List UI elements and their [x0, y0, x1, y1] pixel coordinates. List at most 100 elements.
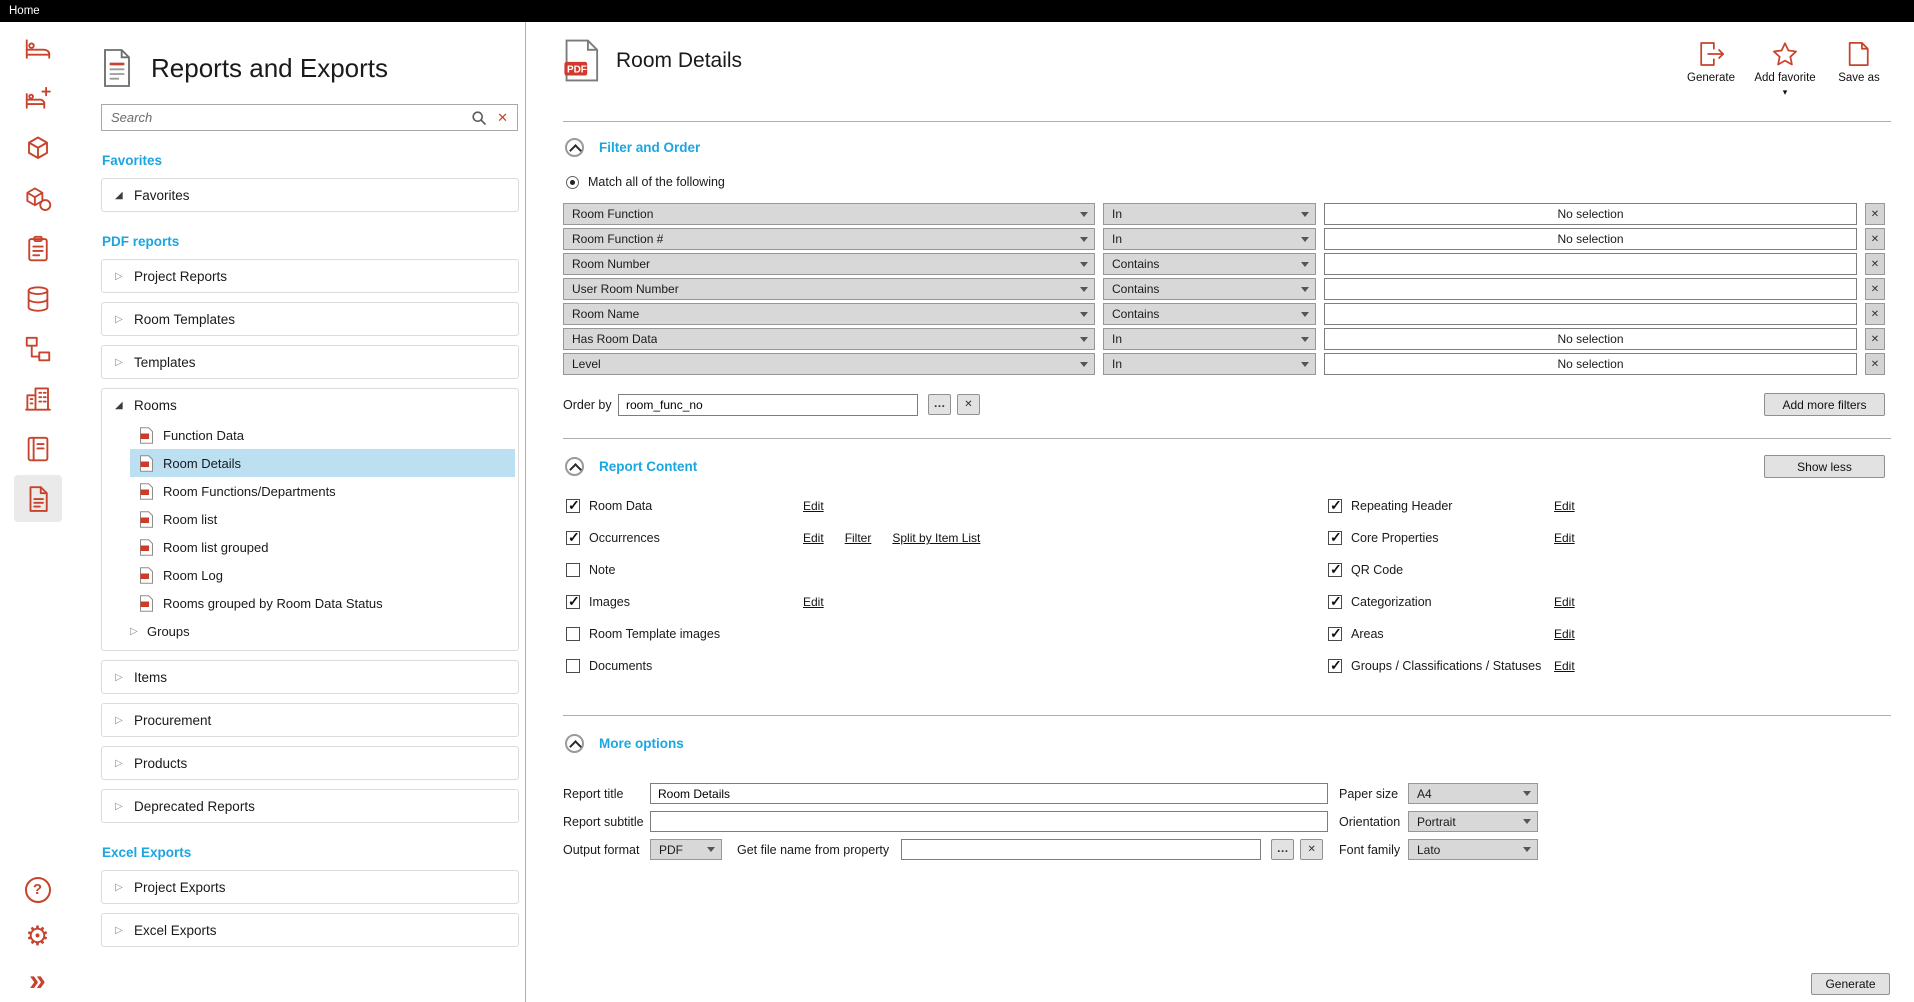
- filter-operator-select[interactable]: In: [1103, 228, 1316, 250]
- collapse-section-icon[interactable]: [565, 457, 584, 476]
- remove-filter-button[interactable]: [1865, 228, 1885, 250]
- edit-link[interactable]: Edit: [803, 595, 824, 609]
- home-tab[interactable]: Home: [9, 5, 40, 17]
- checkbox[interactable]: [566, 563, 580, 577]
- tree-item-groups[interactable]: Groups: [130, 617, 515, 645]
- checkbox[interactable]: [1328, 659, 1342, 673]
- show-less-button[interactable]: Show less: [1764, 455, 1885, 478]
- rail-reports-icon[interactable]: [14, 475, 62, 522]
- report-title-input[interactable]: [650, 783, 1328, 804]
- collapse-icon[interactable]: [115, 190, 126, 201]
- order-by-clear-button[interactable]: [957, 394, 980, 415]
- order-by-input[interactable]: [618, 394, 918, 416]
- tree-item-room-details[interactable]: Room Details: [130, 449, 515, 477]
- search-input[interactable]: [111, 110, 461, 125]
- edit-link[interactable]: Edit: [1554, 627, 1575, 641]
- filter-field-select[interactable]: Level: [563, 353, 1095, 375]
- checkbox[interactable]: [566, 595, 580, 609]
- tree-item-deprecated-reports[interactable]: Deprecated Reports: [102, 790, 518, 822]
- tree-item-room-list[interactable]: Room list: [130, 505, 515, 533]
- settings-gear-icon[interactable]: [25, 923, 49, 950]
- checkbox[interactable]: [1328, 531, 1342, 545]
- expand-icon[interactable]: [115, 925, 126, 936]
- expand-icon[interactable]: [115, 758, 126, 769]
- filter-value-field[interactable]: No selection: [1324, 228, 1857, 250]
- report-subtitle-input[interactable]: [650, 811, 1328, 832]
- rail-data-icon[interactable]: [14, 275, 62, 322]
- filter-value-field[interactable]: No selection: [1324, 353, 1857, 375]
- edit-link[interactable]: Edit: [1554, 499, 1575, 513]
- output-format-select[interactable]: PDF: [650, 839, 722, 860]
- checkbox[interactable]: [566, 499, 580, 513]
- rail-specifications-icon[interactable]: [14, 225, 62, 272]
- file-name-property-input[interactable]: [901, 839, 1261, 860]
- save-as-button[interactable]: Save as: [1827, 40, 1891, 100]
- filter-operator-select[interactable]: Contains: [1103, 278, 1316, 300]
- tree-item-items[interactable]: Items: [102, 661, 518, 693]
- tree-item-products[interactable]: Products: [102, 747, 518, 779]
- paper-size-select[interactable]: A4: [1408, 783, 1538, 804]
- filter-operator-select[interactable]: In: [1103, 353, 1316, 375]
- rail-rooms-icon[interactable]: [14, 25, 62, 72]
- remove-filter-button[interactable]: [1865, 303, 1885, 325]
- filter-field-select[interactable]: Room Function: [563, 203, 1095, 225]
- collapse-section-icon[interactable]: [565, 734, 584, 753]
- checkbox[interactable]: [1328, 595, 1342, 609]
- collapse-icon[interactable]: [115, 400, 126, 411]
- tree-item-room-log[interactable]: Room Log: [130, 561, 515, 589]
- tree-item-favorites[interactable]: Favorites: [102, 179, 518, 211]
- expand-icon[interactable]: [115, 271, 126, 282]
- edit-link[interactable]: Edit: [803, 531, 824, 545]
- tree-item-rooms[interactable]: Rooms: [102, 389, 518, 421]
- clear-search-icon[interactable]: [497, 110, 508, 126]
- checkbox[interactable]: [1328, 563, 1342, 577]
- filter-value-field[interactable]: [1324, 278, 1857, 300]
- expand-icon[interactable]: [130, 626, 141, 637]
- edit-link[interactable]: Edit: [803, 499, 824, 513]
- expand-icon[interactable]: [115, 715, 126, 726]
- tree-item-excel-exports[interactable]: Excel Exports: [102, 914, 518, 946]
- filter-operator-select[interactable]: Contains: [1103, 253, 1316, 275]
- expand-icon[interactable]: [115, 882, 126, 893]
- checkbox[interactable]: [1328, 627, 1342, 641]
- checkbox[interactable]: [566, 531, 580, 545]
- expand-icon[interactable]: [115, 672, 126, 683]
- filter-field-select[interactable]: Room Function #: [563, 228, 1095, 250]
- file-name-browse-button[interactable]: [1271, 839, 1294, 860]
- tree-item-rooms-grouped-status[interactable]: Rooms grouped by Room Data Status: [130, 589, 515, 617]
- filter-field-select[interactable]: Room Name: [563, 303, 1095, 325]
- collapse-section-icon[interactable]: [565, 138, 584, 157]
- filter-link[interactable]: Filter: [845, 531, 872, 545]
- edit-link[interactable]: Edit: [1554, 595, 1575, 609]
- filter-value-field[interactable]: [1324, 303, 1857, 325]
- rail-room-templates-icon[interactable]: [14, 75, 62, 122]
- font-family-select[interactable]: Lato: [1408, 839, 1538, 860]
- split-by-item-list-link[interactable]: Split by Item List: [892, 531, 980, 545]
- filter-value-field[interactable]: [1324, 253, 1857, 275]
- add-more-filters-button[interactable]: Add more filters: [1764, 393, 1885, 416]
- filter-field-select[interactable]: User Room Number: [563, 278, 1095, 300]
- remove-filter-button[interactable]: [1865, 278, 1885, 300]
- filter-operator-select[interactable]: Contains: [1103, 303, 1316, 325]
- checkbox[interactable]: [1328, 499, 1342, 513]
- rail-logbook-icon[interactable]: [14, 425, 62, 472]
- tree-item-project-reports[interactable]: Project Reports: [102, 260, 518, 292]
- expand-icon[interactable]: [115, 357, 126, 368]
- remove-filter-button[interactable]: [1865, 328, 1885, 350]
- generate-button[interactable]: Generate: [1811, 973, 1890, 995]
- filter-value-field[interactable]: No selection: [1324, 203, 1857, 225]
- filter-operator-select[interactable]: In: [1103, 328, 1316, 350]
- filter-operator-select[interactable]: In: [1103, 203, 1316, 225]
- rail-items-icon[interactable]: [14, 125, 62, 172]
- rail-systems-icon[interactable]: [14, 325, 62, 372]
- filter-field-select[interactable]: Room Number: [563, 253, 1095, 275]
- tree-item-procurement[interactable]: Procurement: [102, 704, 518, 736]
- remove-filter-button[interactable]: [1865, 203, 1885, 225]
- add-favorite-button[interactable]: Add favorite: [1753, 40, 1817, 100]
- tree-item-room-functions[interactable]: Room Functions/Departments: [130, 477, 515, 505]
- tree-item-room-list-grouped[interactable]: Room list grouped: [130, 533, 515, 561]
- expand-icon[interactable]: [115, 314, 126, 325]
- rail-products-icon[interactable]: [14, 175, 62, 222]
- help-icon[interactable]: [25, 877, 51, 903]
- remove-filter-button[interactable]: [1865, 253, 1885, 275]
